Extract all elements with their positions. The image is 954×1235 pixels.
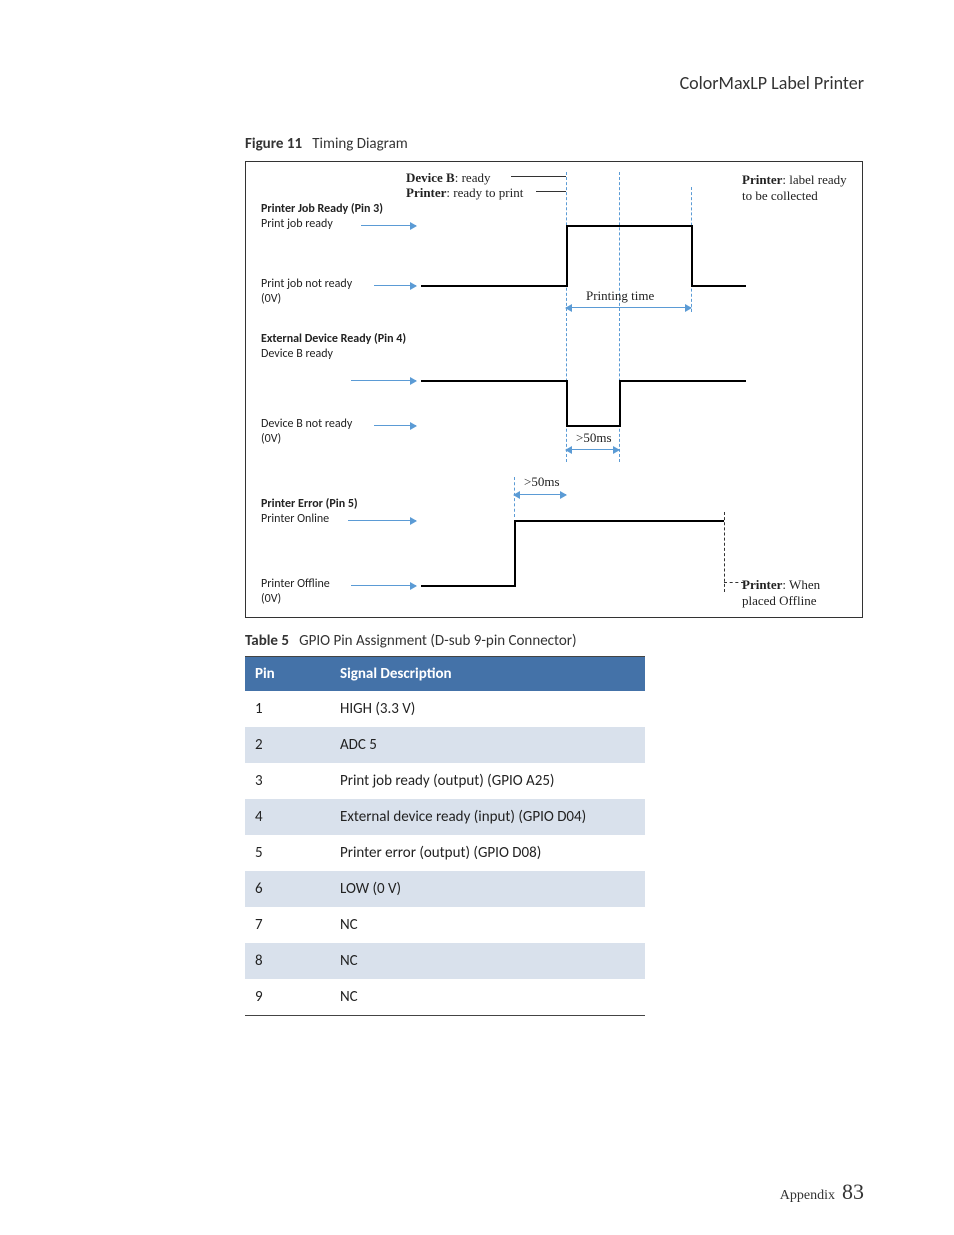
sig1-rise <box>566 225 568 287</box>
diagram-device-b-bold: Device B <box>406 170 455 185</box>
diagram-printer-bold: Printer <box>406 185 446 200</box>
cell-pin: 4 <box>245 799 330 835</box>
cell-pin: 5 <box>245 835 330 871</box>
signal2-title: External Device Ready (Pin 4) <box>261 332 406 346</box>
footer-section: Appendix <box>780 1188 835 1203</box>
figure-label: Figure 11 <box>245 135 302 153</box>
diagram-right-printer2-bold: Printer <box>742 577 782 592</box>
printing-time-label: Printing time <box>586 288 654 304</box>
table-row: 1HIGH (3.3 V) <box>245 691 645 727</box>
th-desc: Signal Description <box>330 657 645 692</box>
diagram-top-label-printer: Printer: ready to print <box>406 185 523 201</box>
table-title: GPIO Pin Assignment (D-sub 9-pin Connect… <box>299 632 576 650</box>
sig1-seg-hi <box>566 225 691 227</box>
cell-desc: LOW (0 V) <box>330 871 645 907</box>
arrow-gt50-a <box>566 449 619 450</box>
signal3-low-label-a: Printer Offline <box>261 577 330 591</box>
signal1-high-label: Print job ready <box>261 217 333 231</box>
diagram-printer-state: : ready to print <box>446 185 523 200</box>
sig2-fall1 <box>566 380 568 427</box>
table-row: 9NC <box>245 979 645 1016</box>
table-row: 2ADC 5 <box>245 727 645 763</box>
th-pin: Pin <box>245 657 330 692</box>
sig2-seg-lo <box>566 425 619 427</box>
diagram-right-label-bottom: Printer: When placed Offline <box>742 577 852 609</box>
cell-pin: 3 <box>245 763 330 799</box>
vdash-gt50-left <box>514 477 515 517</box>
vdash-offline <box>724 512 725 592</box>
cell-pin: 1 <box>245 691 330 727</box>
cell-desc: HIGH (3.3 V) <box>330 691 645 727</box>
table-row: 8NC <box>245 943 645 979</box>
signal2-high-label: Device B ready <box>261 347 333 361</box>
cell-desc: Print job ready (output) (GPIO A25) <box>330 763 645 799</box>
cell-pin: 2 <box>245 727 330 763</box>
sig2-seg-hi2 <box>619 380 746 382</box>
table-row: 6LOW (0 V) <box>245 871 645 907</box>
signal1-low-label-a: Print job not ready <box>261 277 352 291</box>
arrow-s2-hi <box>351 380 416 381</box>
signal2-low-label-b: (0V) <box>261 432 281 446</box>
cell-desc: Printer error (output) (GPIO D08) <box>330 835 645 871</box>
signal1-low-label-b: (0V) <box>261 292 281 306</box>
table-row: 7NC <box>245 907 645 943</box>
arrow-s1-hi <box>361 225 416 226</box>
sig2-seg-hi1 <box>421 380 566 382</box>
arrow-s3-lo <box>351 585 416 586</box>
leader-line <box>511 176 566 177</box>
signal3-title: Printer Error (Pin 5) <box>261 497 358 511</box>
figure-title: Timing Diagram <box>312 135 408 153</box>
arrow-printing-time <box>566 307 691 308</box>
page-content: Figure 11 Timing Diagram Device B: ready… <box>245 135 865 1016</box>
arrow-s3-hi <box>348 520 416 521</box>
gpio-table: Pin Signal Description 1HIGH (3.3 V) 2AD… <box>245 656 645 1016</box>
sig1-seg1 <box>421 285 566 287</box>
cell-pin: 8 <box>245 943 330 979</box>
page-header-title: ColorMaxLP Label Printer <box>680 72 864 94</box>
sig3-seg-lo <box>421 585 514 587</box>
arrow-gt50-b <box>514 494 566 495</box>
cell-desc: ADC 5 <box>330 727 645 763</box>
diagram-right-label-top: Printer: label ready to be collected <box>742 172 852 204</box>
leader-offline <box>724 582 744 583</box>
diagram-device-b-state: : ready <box>455 170 491 185</box>
page-footer: Appendix 83 <box>780 1179 864 1205</box>
cell-desc: NC <box>330 979 645 1016</box>
diagram-top-label-device-b: Device B: ready <box>406 170 490 186</box>
gt50-b-label: >50ms <box>524 474 560 490</box>
timing-diagram: Device B: ready Printer: ready to print … <box>245 161 863 618</box>
table-row: 5Printer error (output) (GPIO D08) <box>245 835 645 871</box>
footer-page-number: 83 <box>842 1179 864 1204</box>
cell-desc: NC <box>330 907 645 943</box>
leader-line <box>536 191 566 192</box>
cell-pin: 7 <box>245 907 330 943</box>
diagram-right-printer-bold: Printer <box>742 172 782 187</box>
signal1-title: Printer Job Ready (Pin 3) <box>261 202 383 216</box>
sig3-seg-hi <box>514 520 724 522</box>
sig3-rise <box>514 520 516 587</box>
cell-desc: NC <box>330 943 645 979</box>
figure-caption: Figure 11 Timing Diagram <box>245 135 865 153</box>
gt50-a-label: >50ms <box>576 430 612 446</box>
cell-pin: 6 <box>245 871 330 907</box>
sig1-fall <box>691 225 693 287</box>
arrow-s1-lo <box>374 285 416 286</box>
signal3-low-label-b: (0V) <box>261 592 281 606</box>
sig2-rise <box>619 380 621 427</box>
cell-desc: External device ready (input) (GPIO D04) <box>330 799 645 835</box>
table-row: 3Print job ready (output) (GPIO A25) <box>245 763 645 799</box>
table-label: Table 5 <box>245 632 289 650</box>
signal3-high-label: Printer Online <box>261 512 329 526</box>
cell-pin: 9 <box>245 979 330 1016</box>
arrow-s2-lo <box>374 425 416 426</box>
signal2-low-label-a: Device B not ready <box>261 417 352 431</box>
table-header-row: Pin Signal Description <box>245 657 645 692</box>
table-caption: Table 5 GPIO Pin Assignment (D-sub 9-pin… <box>245 632 865 650</box>
sig1-seg3 <box>691 285 746 287</box>
table-row: 4External device ready (input) (GPIO D04… <box>245 799 645 835</box>
